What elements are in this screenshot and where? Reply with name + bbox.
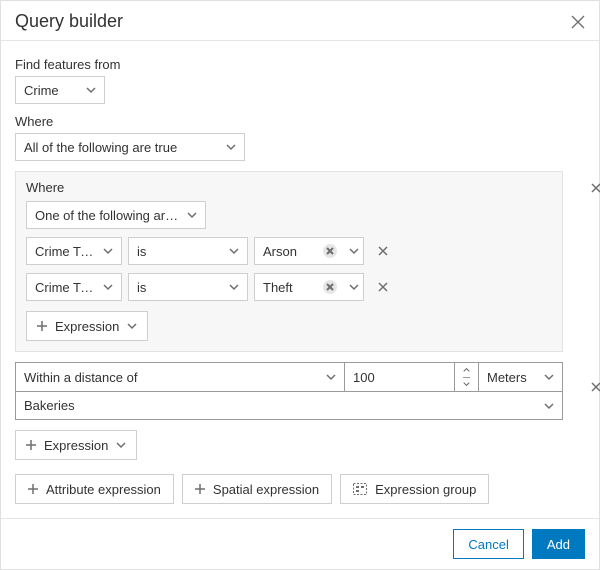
expression-group: Where One of the following are tr… Crime… xyxy=(15,171,563,352)
plus-icon xyxy=(37,321,47,331)
layer-select[interactable]: Crime xyxy=(15,76,105,104)
add-clause-row: Attribute expression Spatial expression … xyxy=(15,474,585,504)
field-value: Crime Type xyxy=(35,244,97,259)
close-icon[interactable] xyxy=(571,15,585,29)
expression-row: Crime Type is Theft xyxy=(26,273,552,301)
field-select[interactable]: Crime Type xyxy=(26,273,122,301)
spatial-relationship-value: Within a distance of xyxy=(24,370,137,385)
add-expression-button[interactable]: Expression xyxy=(15,430,137,460)
value-select[interactable]: Arson xyxy=(254,237,364,265)
close-icon xyxy=(378,282,388,292)
chevron-down-icon xyxy=(226,142,236,152)
remove-spatial-button[interactable] xyxy=(587,378,600,396)
clear-value-icon[interactable] xyxy=(323,280,337,294)
spatial-expression: Within a distance of 100 xyxy=(15,362,563,460)
spatial-row-params: Within a distance of 100 xyxy=(15,362,563,392)
dialog-footer: Cancel Add xyxy=(1,518,599,569)
close-icon xyxy=(378,246,388,256)
chevron-down-icon xyxy=(463,380,470,388)
chevron-down-icon xyxy=(103,246,113,256)
unit-value: Meters xyxy=(487,370,527,385)
value-text: Arson xyxy=(263,244,317,259)
expression-group-wrapper: Where One of the following are tr… Crime… xyxy=(15,171,585,352)
chevron-down-icon xyxy=(544,372,554,382)
group-logical-operator-value: One of the following are tr… xyxy=(35,208,181,223)
chevron-down-icon xyxy=(544,401,554,411)
value-text: Theft xyxy=(263,280,317,295)
add-button[interactable]: Add xyxy=(532,529,585,559)
distance-input[interactable]: 100 xyxy=(344,363,454,391)
logical-operator-value: All of the following are true xyxy=(24,140,220,155)
operator-select[interactable]: is xyxy=(128,273,248,301)
operator-value: is xyxy=(137,244,223,259)
stepper-down-button[interactable] xyxy=(463,377,470,392)
remove-group-button[interactable] xyxy=(587,179,600,197)
chevron-down-icon xyxy=(103,282,113,292)
query-builder-dialog: Query builder Find features from Crime W… xyxy=(0,0,600,570)
find-features-label: Find features from xyxy=(15,57,585,72)
add-expression-label: Expression xyxy=(55,319,119,334)
field-select[interactable]: Crime Type xyxy=(26,237,122,265)
stepper-up-button[interactable] xyxy=(463,363,470,377)
remove-row-button[interactable] xyxy=(374,242,392,260)
add-spatial-label: Spatial expression xyxy=(213,482,319,497)
operator-select[interactable]: is xyxy=(128,237,248,265)
chevron-down-icon xyxy=(187,210,197,220)
dialog-header: Query builder xyxy=(1,1,599,40)
layer-select-value: Crime xyxy=(24,83,80,98)
spatial-target-select[interactable]: Bakeries xyxy=(15,392,563,420)
chevron-down-icon xyxy=(349,246,359,256)
chevron-down-icon xyxy=(127,321,137,331)
spatial-target-value: Bakeries xyxy=(24,398,75,413)
add-attribute-label: Attribute expression xyxy=(46,482,161,497)
chevron-down-icon xyxy=(326,372,336,382)
add-expression-button[interactable]: Expression xyxy=(26,311,148,341)
group-logical-operator-select[interactable]: One of the following are tr… xyxy=(26,201,206,229)
expression-group-icon xyxy=(353,483,367,495)
expression-row: Crime Type is Arson xyxy=(26,237,552,265)
plus-icon xyxy=(26,440,36,450)
field-value: Crime Type xyxy=(35,280,97,295)
chevron-down-icon xyxy=(229,246,239,256)
unit-select[interactable]: Meters xyxy=(478,363,562,391)
chevron-down-icon xyxy=(349,282,359,292)
spatial-relationship-select[interactable]: Within a distance of xyxy=(16,363,344,391)
clear-value-icon[interactable] xyxy=(323,244,337,258)
dialog-title: Query builder xyxy=(15,11,123,32)
cancel-button[interactable]: Cancel xyxy=(453,529,523,559)
group-where-label: Where xyxy=(26,180,552,195)
where-label: Where xyxy=(15,114,585,129)
chevron-up-icon xyxy=(463,366,470,374)
value-select[interactable]: Theft xyxy=(254,273,364,301)
dialog-body: Find features from Crime Where All of th… xyxy=(1,41,599,518)
operator-value: is xyxy=(137,280,223,295)
plus-icon xyxy=(28,484,38,494)
chevron-down-icon xyxy=(229,282,239,292)
plus-icon xyxy=(195,484,205,494)
add-spatial-expression-button[interactable]: Spatial expression xyxy=(182,474,332,504)
spatial-expression-wrapper: Within a distance of 100 xyxy=(15,362,585,460)
add-expression-label: Expression xyxy=(44,438,108,453)
logical-operator-select[interactable]: All of the following are true xyxy=(15,133,245,161)
add-attribute-expression-button[interactable]: Attribute expression xyxy=(15,474,174,504)
distance-stepper xyxy=(454,363,478,391)
add-group-label: Expression group xyxy=(375,482,476,497)
distance-value: 100 xyxy=(353,370,375,385)
chevron-down-icon xyxy=(116,440,126,450)
close-icon xyxy=(591,382,600,392)
add-expression-group-button[interactable]: Expression group xyxy=(340,474,489,504)
close-icon xyxy=(591,183,600,193)
remove-row-button[interactable] xyxy=(374,278,392,296)
chevron-down-icon xyxy=(86,85,96,95)
